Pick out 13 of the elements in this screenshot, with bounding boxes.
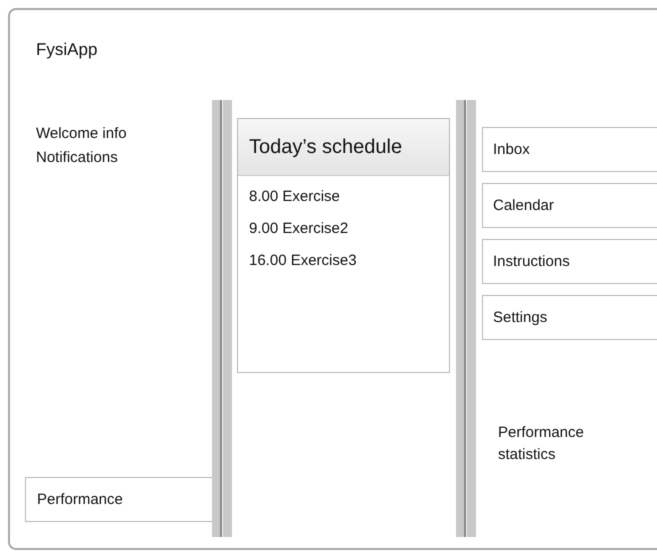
schedule-item: 8.00 Exercise: [249, 188, 341, 206]
schedule-item: 16.00 Exercise3: [249, 252, 358, 270]
schedule-title: Today’s schedule: [249, 136, 402, 158]
performance-button[interactable]: Performance: [25, 477, 212, 522]
statistics-label: Performance statistics: [498, 423, 585, 465]
menu-button[interactable]: Inbox: [482, 127, 657, 172]
schedule-item: 9.00 Exercise2: [249, 220, 350, 238]
app-title: FysiApp: [36, 40, 98, 59]
menu-button[interactable]: Calendar: [482, 183, 657, 228]
info-label: Welcome info: [36, 125, 128, 143]
menu-button[interactable]: Settings: [482, 295, 657, 340]
info-label: Notifications: [36, 149, 119, 167]
menu-button[interactable]: Instructions: [482, 239, 657, 284]
